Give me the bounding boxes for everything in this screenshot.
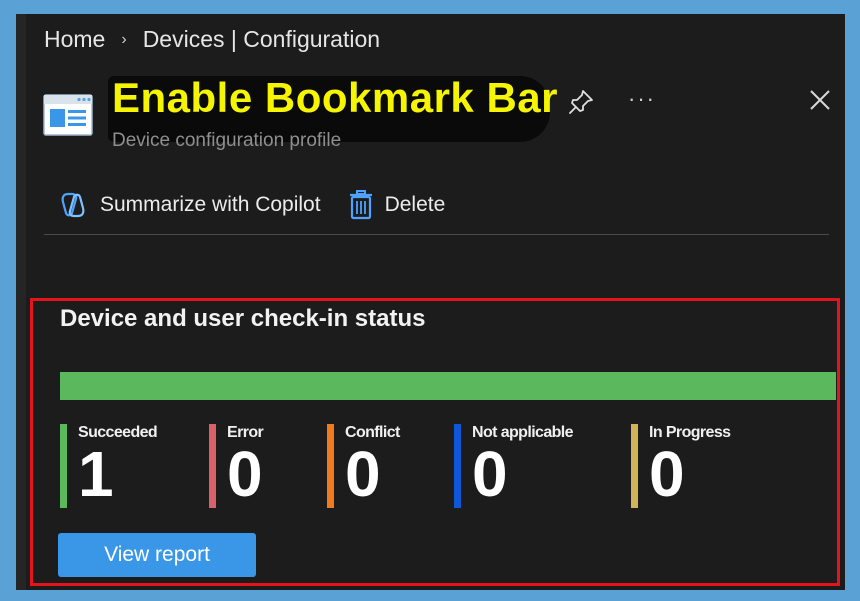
close-icon[interactable] <box>808 88 832 112</box>
page-subtitle: Device configuration profile <box>112 130 342 151</box>
stat-conflict: Conflict 0 <box>327 424 400 508</box>
breadcrumb-home[interactable]: Home <box>44 26 105 53</box>
progress-fill-succeeded <box>60 372 836 400</box>
copilot-icon <box>61 192 85 218</box>
stat-value: 0 <box>227 438 263 510</box>
trash-icon <box>349 190 372 220</box>
status-progress-bar <box>60 372 836 400</box>
stat-value: 0 <box>649 438 685 510</box>
breadcrumb-devices-configuration[interactable]: Devices | Configuration <box>143 26 380 53</box>
pin-icon[interactable] <box>566 87 596 117</box>
stat-value: 0 <box>472 438 508 510</box>
delete-button[interactable]: Delete <box>349 190 446 220</box>
left-nav-strip <box>16 14 26 590</box>
check-in-status-title: Device and user check-in status <box>60 305 426 332</box>
breadcrumb-separator: › <box>121 30 127 48</box>
summarize-with-copilot-button[interactable]: Summarize with Copilot <box>58 191 321 219</box>
stat-not-applicable: Not applicable 0 <box>454 424 574 510</box>
summarize-label: Summarize with Copilot <box>100 193 321 216</box>
stat-value: 0 <box>345 438 381 510</box>
command-bar-divider <box>44 234 829 235</box>
stat-value: 1 <box>78 438 114 510</box>
stat-error: Error 0 <box>209 424 264 510</box>
page-title: Enable Bookmark Bar <box>112 74 558 121</box>
stat-in-progress: In Progress 0 <box>631 424 731 510</box>
delete-label: Delete <box>384 193 446 216</box>
configuration-profile-icon <box>43 94 93 136</box>
more-options-icon[interactable]: ··· <box>628 86 656 112</box>
command-bar: Summarize with Copilot Delete <box>58 190 473 220</box>
stat-succeeded: Succeeded 1 <box>60 424 158 510</box>
breadcrumb: Home › Devices | Configuration <box>44 26 380 53</box>
view-report-button[interactable]: View report <box>58 533 256 577</box>
